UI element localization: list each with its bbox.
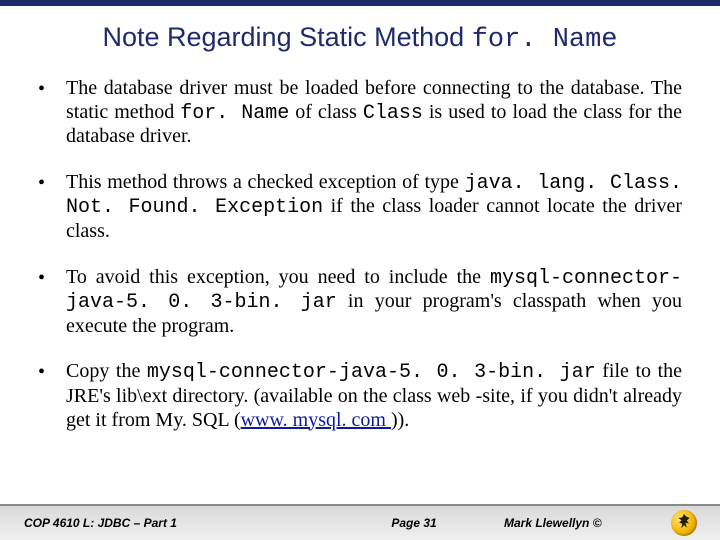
link-text: www. mysql. com [241,409,391,431]
plain-text: Copy the [66,360,147,382]
title-text: Note Regarding Static Method [102,22,471,52]
bullet-marker: • [38,360,66,432]
bullet-marker: • [38,77,66,149]
bullet-text: To avoid this exception, you need to inc… [66,266,682,339]
code-text: Class [363,102,423,125]
slide-body: Note Regarding Static Method for. Name •… [0,6,720,432]
code-text: mysql-connector-java-5. 0. 3-bin. jar [147,361,596,384]
code-text: for. Name [180,102,289,125]
slide-title: Note Regarding Static Method for. Name [38,22,682,55]
footer-left: COP 4610 L: JDBC – Part 1 [0,516,324,530]
ucf-pegasus-icon [671,510,697,536]
bullet-text: The database driver must be loaded befor… [66,77,682,149]
plain-text: This method throws a checked exception o… [66,171,465,193]
bullet-list: •The database driver must be loaded befo… [38,77,682,432]
title-code: for. Name [472,25,618,55]
bullet-marker: • [38,266,66,339]
footer-bar: COP 4610 L: JDBC – Part 1 Page 31 Mark L… [0,504,720,540]
bullet-text: This method throws a checked exception o… [66,171,682,244]
bullet-item: •To avoid this exception, you need to in… [38,266,682,339]
plain-text: of class [289,101,363,123]
plain-text: )). [391,409,409,431]
footer-author: Mark Llewellyn © [504,516,648,530]
bullet-marker: • [38,171,66,244]
bullet-text: Copy the mysql-connector-java-5. 0. 3-bi… [66,360,682,432]
bullet-item: •This method throws a checked exception … [38,171,682,244]
footer-logo-wrap [648,510,720,536]
bullet-item: •The database driver must be loaded befo… [38,77,682,149]
footer-page: Page 31 [324,516,504,530]
bullet-item: •Copy the mysql-connector-java-5. 0. 3-b… [38,360,682,432]
plain-text: To avoid this exception, you need to inc… [66,266,490,288]
